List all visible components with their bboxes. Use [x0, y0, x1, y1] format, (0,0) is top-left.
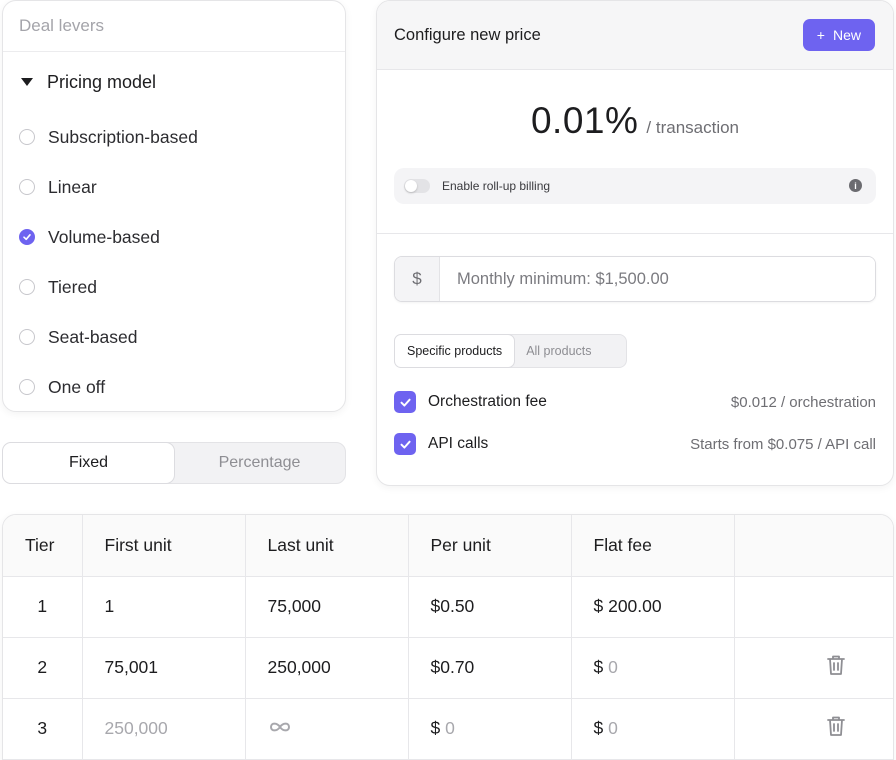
table-row: 1 1 75,000 $0.50 $ 200.00	[3, 576, 893, 638]
new-price-button[interactable]: + New	[802, 19, 875, 51]
column-header: Tier	[3, 515, 83, 577]
price-unit: / transaction	[646, 118, 740, 137]
flat-fee-placeholder: 0	[608, 718, 618, 738]
per-unit-placeholder: 0	[445, 718, 455, 738]
per-unit-cell[interactable]: $0.50	[408, 576, 572, 638]
product-name: Orchestration fee	[428, 393, 547, 410]
monthly-minimum-input[interactable]	[440, 257, 875, 301]
currency-symbol: $	[430, 718, 441, 738]
rollup-billing-label: Enable roll-up billing	[442, 179, 551, 193]
radio-icon[interactable]	[19, 129, 35, 145]
infinity-icon	[268, 718, 292, 738]
trash-icon[interactable]	[825, 714, 847, 743]
column-header-actions	[734, 515, 893, 577]
product-row-orchestration: Orchestration fee $0.012 / orchestration	[394, 381, 876, 423]
tab-all-products[interactable]: All products	[514, 335, 603, 367]
radio-checked-icon[interactable]	[19, 229, 35, 245]
pricing-option-label: One off	[48, 376, 106, 397]
column-header: Per unit	[408, 515, 572, 577]
tier-table: Tier First unit Last unit Per unit Flat …	[3, 515, 893, 760]
pricing-option-one-off[interactable]: One off	[3, 362, 345, 411]
column-header: First unit	[82, 515, 246, 577]
pricing-model-group-toggle[interactable]: Pricing model	[3, 52, 345, 112]
currency-symbol: $	[395, 257, 440, 301]
first-unit-cell[interactable]: 1	[82, 576, 246, 638]
radio-icon[interactable]	[19, 379, 35, 395]
price-display: 0.01% / transaction	[377, 70, 893, 168]
flat-fee-cell[interactable]: $ 0	[571, 637, 735, 699]
currency-symbol: $	[593, 657, 604, 677]
pricing-model-label: Pricing model	[47, 71, 157, 92]
configure-header: Configure new price + New	[377, 1, 893, 70]
trash-icon[interactable]	[825, 653, 847, 682]
configure-title: Configure new price	[394, 25, 541, 44]
caret-down-icon	[21, 78, 33, 86]
column-header: Last unit	[245, 515, 409, 577]
pricing-option-label: Subscription-based	[48, 126, 198, 147]
last-unit-cell[interactable]: 250,000	[245, 637, 409, 699]
table-row: 3 250,000 $ 0 $ 0	[3, 698, 893, 760]
last-unit-cell[interactable]: 75,000	[245, 576, 409, 638]
checkbox-checked-icon[interactable]	[394, 391, 416, 413]
fee-type-percentage[interactable]: Percentage	[174, 443, 345, 483]
pricing-option-linear[interactable]: Linear	[3, 162, 345, 212]
actions-cell	[734, 698, 893, 760]
plus-icon: +	[816, 27, 825, 43]
monthly-minimum-field: $	[394, 256, 876, 302]
pricing-option-label: Seat-based	[48, 326, 138, 347]
pricing-option-label: Volume-based	[48, 226, 160, 247]
info-icon[interactable]: i	[849, 179, 862, 192]
flat-fee-cell[interactable]: $ 200.00	[571, 576, 735, 638]
divider	[377, 233, 893, 234]
flat-fee-cell[interactable]: $ 0	[571, 698, 735, 760]
last-unit-cell[interactable]	[245, 698, 409, 760]
product-name: API calls	[428, 435, 489, 452]
tier-number: 2	[3, 637, 83, 699]
rollup-billing-switch[interactable]	[404, 179, 430, 193]
tier-number: 3	[3, 698, 83, 760]
pricing-option-subscription[interactable]: Subscription-based	[3, 112, 345, 162]
pricing-option-label: Linear	[48, 176, 97, 197]
rollup-billing-row: Enable roll-up billing i	[394, 168, 876, 204]
product-rate: $0.012 / orchestration	[730, 393, 876, 411]
pricing-option-seat[interactable]: Seat-based	[3, 312, 345, 362]
per-unit-cell[interactable]: $ 0	[408, 698, 572, 760]
fee-type-fixed[interactable]: Fixed	[2, 442, 175, 484]
pricing-option-tiered[interactable]: Tiered	[3, 262, 345, 312]
pricing-option-volume[interactable]: Volume-based	[3, 212, 345, 262]
tier-number: 1	[3, 576, 83, 638]
table-header-row: Tier First unit Last unit Per unit Flat …	[3, 515, 893, 577]
radio-icon[interactable]	[19, 329, 35, 345]
actions-cell	[734, 637, 893, 699]
product-rate: Starts from $0.075 / API call	[690, 435, 876, 453]
radio-icon[interactable]	[19, 179, 35, 195]
product-row-api-calls: API calls Starts from $0.075 / API call	[394, 423, 876, 465]
tier-table-card: Tier First unit Last unit Per unit Flat …	[2, 514, 894, 760]
deal-levers-title: Deal levers	[3, 1, 345, 52]
configure-price-panel: Configure new price + New 0.01% / transac…	[376, 0, 894, 486]
checkbox-checked-icon[interactable]	[394, 433, 416, 455]
fee-type-toggle: Fixed Percentage	[2, 442, 346, 484]
actions-cell	[734, 576, 893, 638]
product-scope-tabs: Specific products All products	[394, 334, 627, 368]
flat-fee-placeholder: 0	[608, 657, 618, 677]
tab-specific-products[interactable]: Specific products	[394, 334, 516, 368]
price-value: 0.01%	[530, 100, 639, 141]
deal-levers-panel: Deal levers Pricing model Subscription-b…	[2, 0, 346, 412]
new-button-label: New	[832, 27, 861, 43]
first-unit-cell[interactable]: 250,000	[82, 698, 246, 760]
table-row: 2 75,001 250,000 $0.70 $ 0	[3, 637, 893, 699]
radio-icon[interactable]	[19, 279, 35, 295]
per-unit-cell[interactable]: $0.70	[408, 637, 572, 699]
first-unit-cell[interactable]: 75,001	[82, 637, 246, 699]
pricing-option-label: Tiered	[48, 276, 97, 297]
currency-symbol: $	[593, 718, 604, 738]
column-header: Flat fee	[571, 515, 735, 577]
